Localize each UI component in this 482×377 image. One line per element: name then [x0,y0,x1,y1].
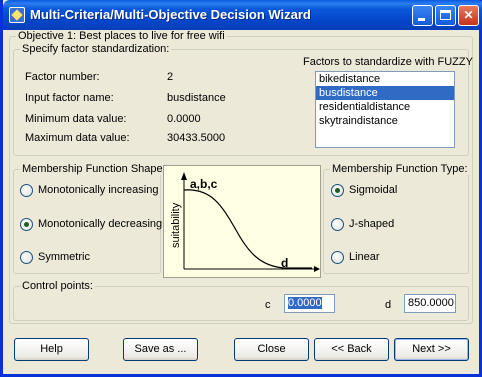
shape-increasing-label[interactable]: Monotonically increasing [38,184,158,196]
type-group-label: Membership Function Type: [330,163,470,175]
back-button[interactable]: << Back [314,338,389,361]
minimize-button[interactable] [412,5,433,26]
title-bar[interactable]: Multi-Criteria/Multi-Objective Decision … [3,0,482,30]
window-title: Multi-Criteria/Multi-Objective Decision … [30,7,311,22]
objective-label: Objective 1: Best places to live for fre… [16,30,227,42]
factors-listbox[interactable]: bikedistance busdistance residentialdist… [315,71,455,148]
max-value: 30433.5000 [167,132,226,144]
maximize-button[interactable] [435,5,456,26]
type-sigmoidal-label[interactable]: Sigmoidal [349,184,397,196]
min-value: 0.0000 [167,113,201,125]
shape-symmetric-label[interactable]: Symmetric [38,251,90,263]
type-jshaped-label[interactable]: J-shaped [349,218,394,230]
type-sigmoidal-radio[interactable] [331,184,344,197]
factor-item[interactable]: residentialdistance [316,100,454,114]
shape-increasing-radio[interactable] [20,184,33,197]
maximize-icon [440,10,451,20]
input-factor-value: busdistance [167,92,226,104]
factors-list-label: Factors to standardize with FUZZY [303,56,473,68]
shape-symmetric-radio[interactable] [20,251,33,264]
d-label: d [281,256,288,270]
membership-graph: a,b,c d suitability [163,165,321,278]
wizard-window: Multi-Criteria/Multi-Objective Decision … [0,0,482,377]
membership-curve [183,189,312,269]
close-window-button[interactable]: ✕ [458,5,479,26]
factor-item-selected[interactable]: busdistance [316,86,454,100]
shape-decreasing-radio[interactable] [20,218,33,231]
d-input[interactable]: 850.0000 [404,294,456,313]
shape-decreasing-label[interactable]: Monotonically decreasing [38,218,162,230]
c-input-value: 0.0000 [288,297,322,309]
factor-item[interactable]: bikedistance [316,72,454,86]
abc-label: a,b,c [190,177,218,191]
next-button[interactable]: Next >> [394,338,469,361]
control-points-label: Control points: [20,280,95,292]
standardization-label: Specify factor standardization: [20,43,172,55]
membership-curve-svg: a,b,c d suitability [170,172,320,272]
suitability-label: suitability [170,202,182,248]
factor-item[interactable]: skytraindistance [316,114,454,128]
d-input-value: 850.0000 [408,297,454,309]
type-linear-label[interactable]: Linear [349,251,380,263]
factor-number-value: 2 [167,71,174,83]
factor-number-label: Factor number: [25,71,100,83]
max-value-label: Maximum data value: [25,132,130,144]
c-input[interactable]: 0.0000 [284,294,335,313]
c-label: c [265,299,271,311]
shape-group-label: Membership Function Shape: [20,163,168,175]
x-axis-arrow [314,266,320,272]
close-icon: ✕ [463,8,474,22]
app-icon [9,7,25,23]
type-linear-radio[interactable] [331,251,344,264]
d-control-label: d [385,299,392,311]
y-axis-arrow [181,172,187,180]
control-points-group: Control points: [13,280,469,321]
type-jshaped-radio[interactable] [331,218,344,231]
input-factor-label: Input factor name: [25,92,114,104]
close-button[interactable]: Close [234,338,309,361]
help-button[interactable]: Help [14,338,89,361]
save-as-button[interactable]: Save as ... [123,338,198,361]
min-value-label: Minimum data value: [25,113,127,125]
minimize-icon [418,18,425,21]
